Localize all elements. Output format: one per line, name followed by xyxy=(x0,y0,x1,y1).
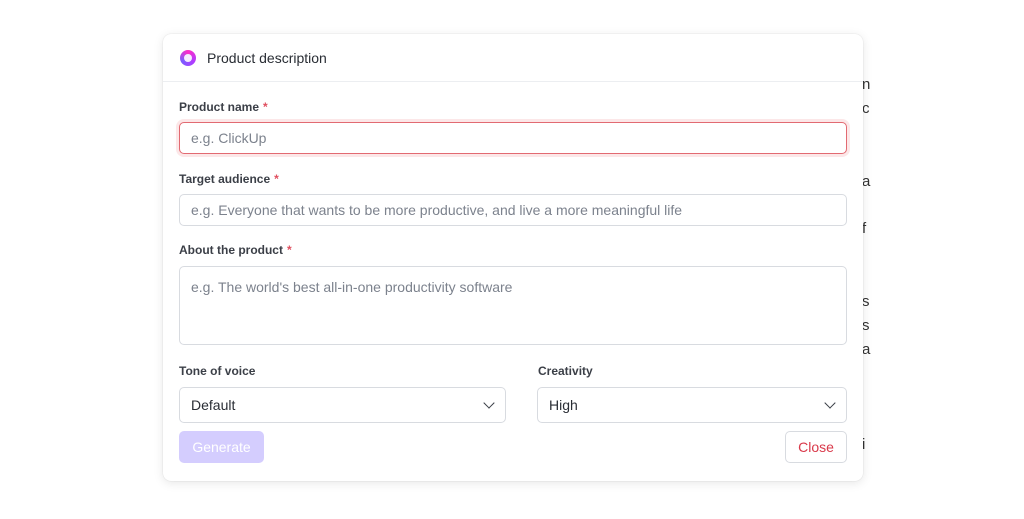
target-audience-label: Target audience * xyxy=(179,172,279,186)
chevron-down-icon xyxy=(483,397,495,409)
background-text: a xyxy=(862,173,871,190)
tone-of-voice-value: Default xyxy=(191,397,236,413)
required-mark: * xyxy=(274,172,279,186)
required-mark: * xyxy=(286,243,292,257)
background-text: n xyxy=(862,76,871,93)
creativity-label: Creativity xyxy=(538,364,593,378)
generate-button[interactable]: Generate xyxy=(179,431,264,463)
target-audience-input[interactable] xyxy=(179,194,847,226)
required-mark: * xyxy=(263,100,268,114)
background-text: s xyxy=(862,293,870,310)
background-text: f xyxy=(862,220,867,237)
clickup-ai-icon xyxy=(180,49,196,66)
product-name-label: Product name * xyxy=(179,100,268,114)
modal-title: Product description xyxy=(207,49,327,66)
chevron-down-icon xyxy=(824,397,836,409)
creativity-select[interactable]: High xyxy=(537,387,847,423)
tone-of-voice-select[interactable]: Default xyxy=(179,387,506,423)
about-product-textarea[interactable] xyxy=(179,266,847,345)
about-product-label: About the product * xyxy=(179,243,292,257)
close-button[interactable]: Close xyxy=(785,431,847,463)
background-text: s xyxy=(862,317,870,334)
product-name-input[interactable] xyxy=(179,122,847,154)
product-description-modal: Product description Product name* Target… xyxy=(163,34,863,481)
background-text: c xyxy=(862,100,870,117)
tone-of-voice-label: Tone of voice xyxy=(179,364,256,378)
background-text: a xyxy=(862,341,871,358)
modal-header: Product description xyxy=(163,34,863,82)
creativity-value: High xyxy=(549,397,578,413)
background-text: i xyxy=(862,436,866,453)
